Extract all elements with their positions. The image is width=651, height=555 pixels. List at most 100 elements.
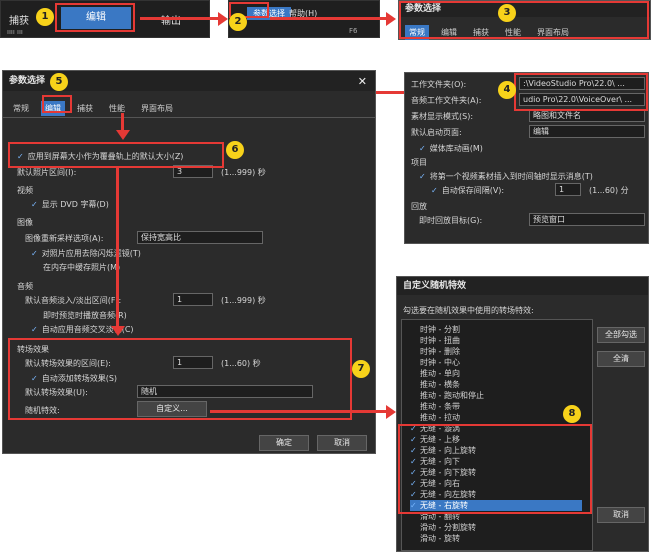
badge-4: 4 xyxy=(498,81,516,99)
photo-flicker-label: 对照片应用去除闪烁滤镜(T) xyxy=(41,249,141,258)
arrow-1-to-2 xyxy=(140,17,220,20)
transition-list-item[interactable]: 时钟 - 中心 xyxy=(410,357,460,368)
transition-list-item[interactable]: 时钟 - 删除 xyxy=(410,346,460,357)
display-mode-label: 素材显示模式(S): xyxy=(411,112,474,121)
auto-save-input[interactable]: 1 xyxy=(555,183,581,196)
select-all-button[interactable]: 全部勾选 xyxy=(597,327,645,343)
instant-playback-select[interactable]: 预览窗口 xyxy=(529,213,645,226)
badge-7: 7 xyxy=(352,360,370,378)
check-icon: ✓ xyxy=(31,325,38,334)
transition-list-label: 时钟 - 分割 xyxy=(420,325,460,334)
progress-indicator: ıııı ııı xyxy=(7,28,23,36)
image-resample-select[interactable]: 保持宽高比 xyxy=(137,231,263,244)
tab-divider xyxy=(3,117,375,118)
menu-capture[interactable]: 捕获 xyxy=(9,12,29,27)
instant-audio-row[interactable]: 即时预览时播放音频(R) xyxy=(43,310,127,321)
highlight-edit-menu xyxy=(55,3,135,32)
check-icon: ✓ xyxy=(419,172,426,181)
cache-photos-row[interactable]: 在内存中缓存照片(M) xyxy=(43,262,120,273)
custom-cancel-button[interactable]: 取消 xyxy=(597,507,645,523)
badge-1: 1 xyxy=(36,8,54,26)
transition-list-item[interactable]: 滑动 - 分割旋转 xyxy=(410,522,476,533)
transition-list-label: 推动 - 条带 xyxy=(420,402,460,411)
close-icon[interactable]: ✕ xyxy=(358,75,367,88)
instant-playback-label: 即时回放目标(G): xyxy=(419,216,483,225)
first-video-label: 将第一个视频素材插入到时间轴时显示消息(T) xyxy=(429,172,593,181)
transition-list-item[interactable]: 推动 - 横条 xyxy=(410,379,460,390)
badge-5: 5 xyxy=(50,73,68,91)
check-icon: ✓ xyxy=(31,200,38,209)
transition-list-label: 推动 - 跑动和停止 xyxy=(420,391,484,400)
audio-fade-range: (1...999) 秒 xyxy=(221,296,266,305)
transition-list-item[interactable]: 推动 - 单向 xyxy=(410,368,460,379)
highlight-work-folders xyxy=(514,73,648,111)
check-icon: ✓ xyxy=(419,144,426,153)
first-video-row[interactable]: ✓ 将第一个视频素材插入到时间轴时显示消息(T) xyxy=(419,171,593,182)
arrow-head-1 xyxy=(218,12,228,26)
menu-shortcut: F6 xyxy=(349,27,358,35)
badge-3: 3 xyxy=(498,4,516,22)
transition-list-label: 推动 - 单向 xyxy=(420,369,460,378)
transition-list-label: 滑动 - 分割旋转 xyxy=(420,523,476,532)
transition-list-label: 推动 - 拉动 xyxy=(420,413,460,422)
arrow-head-6 xyxy=(111,326,125,336)
audio-folder-label: 音频工作文件夹(A): xyxy=(411,96,482,105)
highlight-overlay-default xyxy=(8,142,224,168)
image-resample-label: 图像重新采样选项(A): xyxy=(25,234,104,243)
audio-fade-input[interactable]: 1 xyxy=(173,293,213,306)
transition-list-item[interactable]: 推动 - 条带 xyxy=(410,401,460,412)
arrow-head-5 xyxy=(116,130,130,140)
media-anim-label: 媒体库动画(M) xyxy=(429,144,483,153)
arrow-2-to-3 xyxy=(270,17,388,20)
tab-performance[interactable]: 性能 xyxy=(105,101,129,116)
highlight-transition-section xyxy=(8,338,352,420)
check-icon: ✓ xyxy=(31,249,38,258)
arrow-6-to-7 xyxy=(116,168,119,328)
highlight-prefs-small xyxy=(399,1,649,39)
audio-section-label: 音频 xyxy=(17,282,33,291)
transition-list-item[interactable]: 滑动 - 旋转 xyxy=(410,533,460,544)
auto-save-range: (1...60) 分 xyxy=(589,186,629,195)
photo-duration-range: (1...999) 秒 xyxy=(221,168,266,177)
video-section-label: 视频 xyxy=(17,186,33,195)
project-label: 项目 xyxy=(411,158,427,167)
transition-list-item[interactable]: 推动 - 跑动和停止 xyxy=(410,390,484,401)
arrow-7-to-8 xyxy=(210,410,390,413)
transition-list-item[interactable]: 时钟 - 扭曲 xyxy=(410,335,460,346)
image-section-label: 图像 xyxy=(17,218,33,227)
transition-list-item[interactable]: 推动 - 拉动 xyxy=(410,412,460,423)
transition-list-label: 推动 - 横条 xyxy=(420,380,460,389)
transition-list-label: 滑动 - 旋转 xyxy=(420,534,460,543)
clear-all-button[interactable]: 全清 xyxy=(597,351,645,367)
playback-label: 回放 xyxy=(411,202,427,211)
cache-photos-label: 在内存中缓存照片(M) xyxy=(43,263,121,272)
highlight-edit-tab xyxy=(42,95,72,113)
transition-list-label: 时钟 - 扭曲 xyxy=(420,336,460,345)
audio-fade-label: 默认音频淡入/淡出区间(F): xyxy=(25,296,122,305)
instant-audio-label: 即时预览时播放音频(R) xyxy=(43,311,127,320)
auto-save-label: 自动保存间隔(V): xyxy=(441,186,505,195)
arrow-head-2 xyxy=(386,12,396,26)
cancel-button[interactable]: 取消 xyxy=(317,435,367,451)
show-dvd-row[interactable]: ✓ 显示 DVD 字幕(D) xyxy=(31,199,109,210)
auto-save-row[interactable]: ✓ 自动保存间隔(V): xyxy=(431,185,504,196)
highlight-seamless-items xyxy=(398,424,592,514)
photo-duration-label: 默认照片区间(I): xyxy=(17,168,77,177)
startup-page-label: 默认启动页面: xyxy=(411,128,462,137)
transition-list-label: 时钟 - 中心 xyxy=(420,358,460,367)
tab-capture[interactable]: 捕获 xyxy=(73,101,97,116)
tab-general[interactable]: 常规 xyxy=(9,101,33,116)
transition-list-label: 时钟 - 删除 xyxy=(420,347,460,356)
work-folder-label: 工作文件夹(O): xyxy=(411,80,467,89)
tab-layout[interactable]: 界面布局 xyxy=(137,101,177,116)
badge-2: 2 xyxy=(229,13,247,31)
ok-button[interactable]: 确定 xyxy=(259,435,309,451)
media-anim-row[interactable]: ✓ 媒体库动画(M) xyxy=(419,143,483,154)
badge-8: 8 xyxy=(563,405,581,423)
check-icon: ✓ xyxy=(431,186,438,195)
photo-flicker-row[interactable]: ✓ 对照片应用去除闪烁滤镜(T) xyxy=(31,248,141,259)
transition-list-item[interactable]: 时钟 - 分割 xyxy=(410,324,460,335)
startup-page-select[interactable]: 编辑 xyxy=(529,125,645,138)
edit-dialog-tabs: 常规 编辑 捕获 性能 界面布局 xyxy=(9,101,177,116)
custom-dialog-title: 自定义随机特效 xyxy=(397,277,648,295)
